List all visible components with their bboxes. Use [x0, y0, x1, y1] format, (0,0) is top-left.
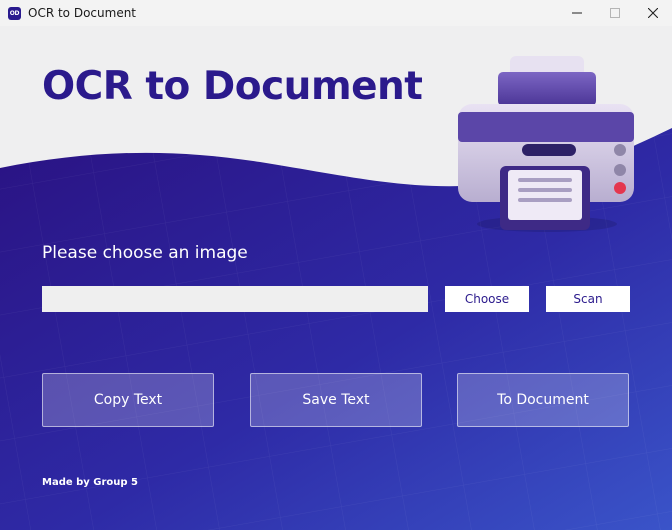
maximize-icon: [610, 8, 620, 18]
choose-image-label: Please choose an image: [42, 243, 248, 263]
to-document-button[interactable]: To Document: [457, 373, 629, 427]
app-window: OD OCR to Document OCR to Document Pleas…: [0, 0, 672, 530]
image-path-input[interactable]: [42, 286, 428, 312]
choose-button[interactable]: Choose: [445, 286, 529, 312]
close-button[interactable]: [634, 0, 672, 26]
save-text-button[interactable]: Save Text: [250, 373, 422, 427]
maximize-button[interactable]: [596, 0, 634, 26]
minimize-button[interactable]: [558, 0, 596, 26]
minimize-icon: [572, 12, 582, 14]
app-icon: OD: [8, 6, 21, 20]
window-controls: [558, 0, 672, 26]
page-title: OCR to Document: [42, 64, 423, 109]
title-bar: OD OCR to Document: [0, 0, 672, 26]
window-title: OCR to Document: [28, 6, 137, 20]
scan-button[interactable]: Scan: [546, 286, 630, 312]
copy-text-button[interactable]: Copy Text: [42, 373, 214, 427]
printer-icon: [458, 56, 634, 232]
close-icon: [648, 8, 658, 18]
footer-credit: Made by Group 5: [42, 477, 139, 488]
